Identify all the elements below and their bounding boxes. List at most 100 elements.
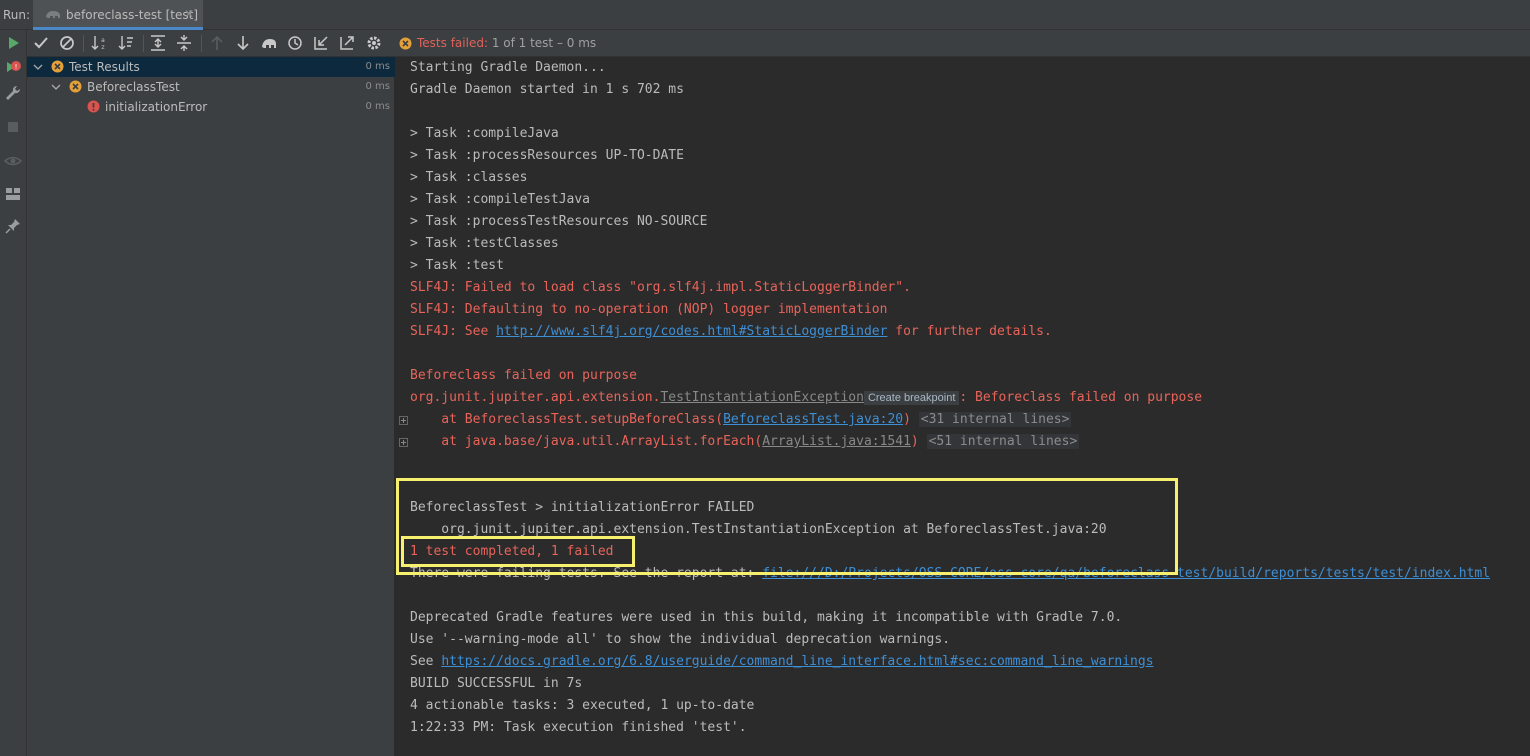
console-line: Starting Gradle Daemon... (410, 60, 606, 75)
console-text: : Beforeclass failed on purpose (959, 390, 1203, 405)
tree-item-duration: 0 ms (365, 61, 391, 72)
run-tab[interactable]: beforeclass-test [test] ✕ (33, 0, 203, 30)
console-text: ) (903, 412, 911, 427)
gradle-icon[interactable] (260, 34, 278, 52)
toolbar-separator (201, 35, 202, 52)
tree-item-beforeclass-test[interactable]: BeforeclassTest 0 ms (27, 77, 395, 97)
console-line-error: at BeforeclassTest.setupBeforeClass(Befo… (410, 409, 1072, 431)
internal-lines-fold[interactable]: <31 internal lines> (918, 412, 1072, 427)
tests-failed-label: Tests failed: (417, 36, 488, 50)
run-tool-window-header: Run: beforeclass-test [test] ✕ (0, 0, 1530, 30)
console-line: > Task :test (410, 258, 504, 273)
import-tests-icon[interactable] (312, 34, 330, 52)
console-line: Gradle Daemon started in 1 s 702 ms (410, 82, 684, 97)
test-runner-toolbar: a z Tests failed: 1 of 1 test – 0 ms (27, 30, 1530, 57)
previous-failed-test-icon[interactable] (208, 34, 226, 52)
console-text: ) (910, 434, 919, 449)
svg-text:z: z (101, 44, 104, 51)
console-text: There were failing tests. See the report… (410, 566, 763, 581)
console-line: See https://docs.gradle.org/6.8/userguid… (410, 651, 1154, 673)
console-line-error: SLF4J: Defaulting to no-operation (NOP) … (410, 302, 888, 317)
layout-icon[interactable] (4, 185, 22, 203)
next-failed-test-icon[interactable] (234, 34, 252, 52)
sort-by-duration-icon[interactable] (117, 34, 135, 52)
wrench-icon[interactable] (4, 84, 22, 102)
console-line: > Task :processTestResources NO-SOURCE (410, 214, 708, 229)
console-line-error: SLF4J: See http://www.slf4j.org/codes.ht… (410, 321, 1052, 343)
eye-icon[interactable] (4, 152, 22, 170)
tree-item-label: Test Results (69, 60, 140, 74)
console-text: for further details. (887, 324, 1052, 339)
rerun-icon[interactable] (4, 34, 22, 52)
gear-icon[interactable] (365, 34, 383, 52)
console-line: > Task :testClasses (410, 236, 559, 251)
console-line: Deprecated Gradle features were used in … (410, 610, 1123, 625)
console-line: > Task :processResources UP-TO-DATE (410, 148, 684, 163)
console-line: > Task :compileJava (410, 126, 559, 141)
console-line: > Task :compileTestJava (410, 192, 591, 207)
run-label: Run: (3, 8, 31, 22)
console-line: Use '--warning-mode all' to show the ind… (410, 632, 951, 647)
console-output[interactable]: Starting Gradle Daemon... Gradle Daemon … (396, 57, 1530, 756)
console-line-error: 1 test completed, 1 failed (410, 544, 614, 559)
create-breakpoint-tooltip[interactable]: Create breakpoint (863, 391, 960, 405)
report-link[interactable]: file:///D:/Projects/OSS-CORE/oss-core/qa… (762, 566, 1490, 581)
svg-text:a: a (101, 37, 105, 44)
tree-item-label: initializationError (105, 100, 208, 114)
console-text: org.junit.jupiter.api.extension. (410, 390, 661, 405)
console-text: See (410, 654, 442, 669)
rerun-failed-tests-icon[interactable]: ! (4, 59, 22, 77)
internal-lines-fold[interactable]: <51 internal lines> (926, 434, 1080, 449)
console-text: at java.base/java.util.ArrayList.forEach… (410, 434, 763, 449)
left-run-toolbar: ! (0, 30, 27, 756)
console-text: at BeforeclassTest.setupBeforeClass( (410, 412, 724, 427)
tree-item-duration: 0 ms (365, 101, 391, 112)
pin-icon[interactable] (4, 217, 22, 235)
exception-class-link[interactable]: TestInstantiationException (660, 390, 864, 405)
test-results-tree: Test Results 0 ms BeforeclassTest 0 ms i… (27, 57, 395, 756)
expand-all-icon[interactable] (149, 34, 167, 52)
tests-failed-count: 1 of 1 test – 0 ms (488, 36, 597, 50)
console-line: There were failing tests. See the report… (410, 563, 1490, 585)
sort-alphabetically-icon[interactable]: a z (90, 34, 108, 52)
gradle-elephant-icon (46, 11, 60, 18)
console-line: 1:22:33 PM: Task execution finished 'tes… (410, 720, 747, 735)
error-icon (87, 100, 100, 113)
toolbar-separator (83, 35, 84, 52)
test-history-icon[interactable] (286, 34, 304, 52)
export-tests-icon[interactable] (338, 34, 356, 52)
tree-item-initialization-error[interactable]: initializationError 0 ms (27, 97, 395, 117)
console-line: BeforeclassTest > initializationError FA… (410, 500, 755, 515)
console-line: BUILD SUCCESSFUL in 7s (410, 676, 583, 691)
console-line-error: Beforeclass failed on purpose (410, 368, 637, 383)
tree-item-label: BeforeclassTest (87, 80, 180, 94)
show-ignored-icon[interactable] (58, 34, 76, 52)
run-tab-title: beforeclass-test [test] (66, 8, 199, 22)
console-line: 4 actionable tasks: 3 executed, 1 up-to-… (410, 698, 755, 713)
collapse-all-icon[interactable] (175, 34, 193, 52)
tree-item-duration: 0 ms (365, 81, 391, 92)
tree-item-test-results[interactable]: Test Results 0 ms (27, 57, 395, 77)
console-line-error: SLF4J: Failed to load class "org.slf4j.i… (410, 280, 911, 295)
toolbar-separator (143, 35, 144, 52)
console-text: SLF4J: See (410, 324, 497, 339)
close-icon[interactable]: ✕ (184, 7, 194, 21)
console-line-error: at java.base/java.util.ArrayList.forEach… (410, 431, 1080, 453)
show-passed-icon[interactable] (32, 34, 50, 52)
gradle-docs-link[interactable]: https://docs.gradle.org/6.8/userguide/co… (441, 654, 1153, 669)
expand-icon[interactable] (399, 438, 408, 447)
chevron-down-icon[interactable] (33, 62, 43, 72)
slf4j-link[interactable]: http://www.slf4j.org/codes.html#StaticLo… (496, 324, 887, 339)
console-line: > Task :classes (410, 170, 528, 185)
source-link[interactable]: ArrayList.java:1541 (762, 434, 911, 449)
stop-icon[interactable] (4, 118, 22, 136)
source-link[interactable]: BeforeclassTest.java:20 (723, 412, 903, 427)
svg-text:!: ! (15, 63, 18, 71)
fail-icon (69, 80, 82, 93)
console-line-error: org.junit.jupiter.api.extension.TestInst… (410, 387, 1202, 409)
fail-icon (399, 37, 412, 50)
chevron-down-icon[interactable] (51, 82, 61, 92)
console-line: org.junit.jupiter.api.extension.TestInst… (410, 522, 1107, 537)
fail-icon (51, 60, 64, 73)
expand-icon[interactable] (399, 416, 408, 425)
